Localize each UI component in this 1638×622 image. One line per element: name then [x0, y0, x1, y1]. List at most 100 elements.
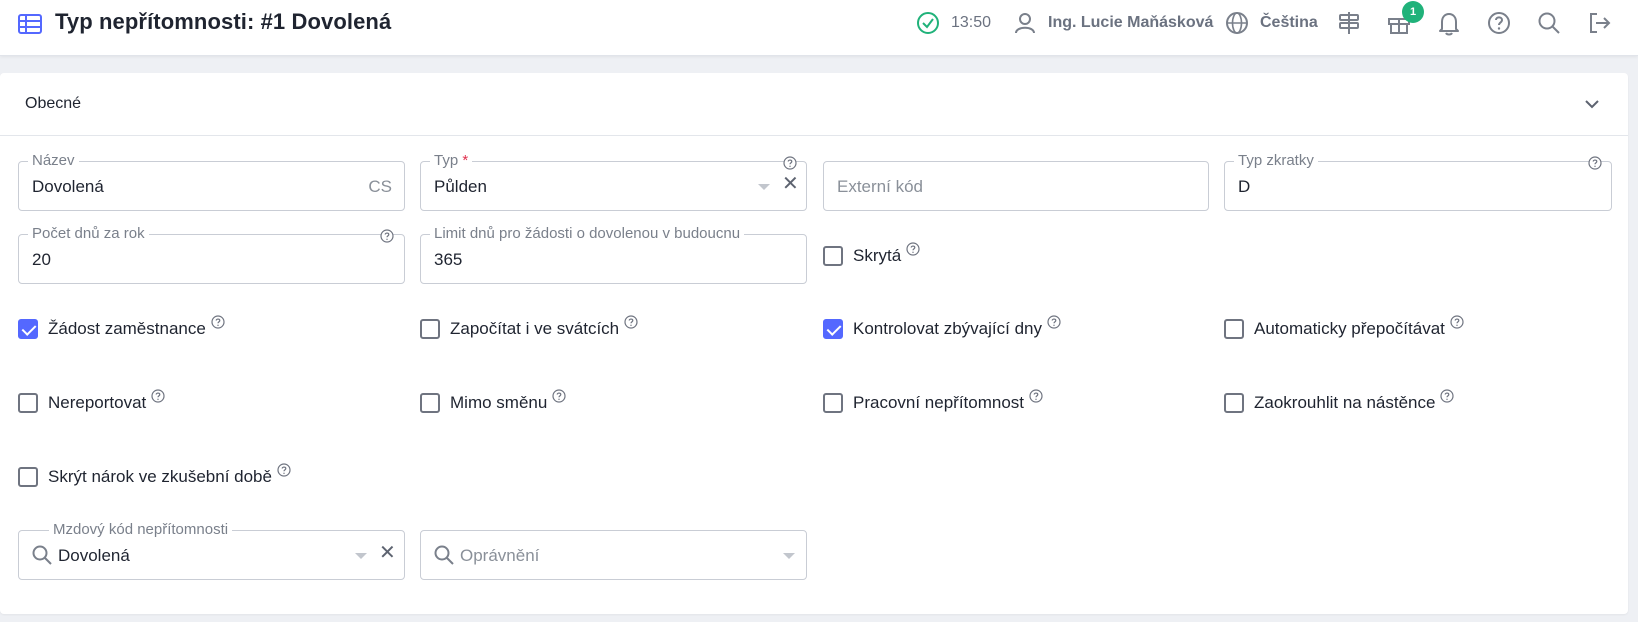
checkbox-label: Kontrolovat zbývající dny	[853, 319, 1042, 338]
top-bar: Typ nepřítomnosti: #1 Dovolená 13:50 Ing…	[0, 0, 1638, 56]
opravneni-select[interactable]: Oprávnění	[420, 530, 807, 580]
checkbox-box[interactable]	[1224, 393, 1244, 413]
checkbox-box[interactable]	[18, 393, 38, 413]
checkbox-zadost-zamestnance[interactable]: Žádost zaměstnance	[18, 315, 225, 341]
help-icon[interactable]	[277, 463, 291, 477]
checkbox-label: Žádost zaměstnance	[48, 319, 206, 338]
help-icon[interactable]	[783, 156, 797, 170]
checkbox-zapocitat-svatky[interactable]: Započítat i ve svátcích	[420, 315, 638, 341]
checkbox-box[interactable]	[823, 246, 843, 266]
externi-kod-field[interactable]: Externí kód	[823, 161, 1209, 211]
checkbox-box[interactable]	[823, 319, 843, 339]
logout-icon	[1590, 13, 1611, 33]
checkbox-label: Skrýt nárok ve zkušební době	[48, 467, 272, 486]
help-icon[interactable]	[1029, 389, 1043, 403]
caret-down-icon[interactable]	[783, 553, 795, 559]
check-circle-icon	[917, 12, 939, 34]
mzdovy-kod-label: Mzdový kód nepřítomnosti	[49, 521, 233, 539]
help-circle-icon	[1488, 12, 1510, 34]
limit-dnu-label: Limit dnů pro žádosti o dovolenou v budo…	[430, 225, 745, 243]
user-name: Ing. Lucie Maňásková	[1048, 14, 1214, 31]
checkbox-box[interactable]	[420, 319, 440, 339]
checkbox-box[interactable]	[823, 393, 843, 413]
nazev-field[interactable]: Název Dovolená CS	[18, 152, 405, 211]
help-button[interactable]	[1486, 8, 1512, 38]
help-icon[interactable]	[624, 315, 638, 329]
checkbox-box[interactable]	[1224, 319, 1244, 339]
checkbox-label: Skrytá	[853, 246, 902, 265]
pocet-dnu-value[interactable]: 20	[32, 250, 51, 270]
sync-status: 13:50	[915, 8, 991, 38]
help-icon[interactable]	[552, 389, 566, 403]
limit-dnu-value[interactable]: 365	[434, 250, 462, 270]
checkbox-kontrolovat-dny[interactable]: Kontrolovat zbývající dny	[823, 315, 1061, 341]
search-button[interactable]	[1536, 8, 1562, 38]
clear-icon[interactable]: ✕	[782, 174, 799, 194]
typ-zkratky-value[interactable]: D	[1238, 177, 1250, 197]
nazev-label: Název	[28, 152, 79, 170]
bell-icon	[1439, 13, 1459, 36]
section-header[interactable]: Obecné	[0, 73, 1628, 136]
section-title: Obecné	[25, 95, 82, 112]
checkbox-label: Automaticky přepočítávat	[1254, 319, 1445, 338]
user-menu[interactable]: Ing. Lucie Maňásková	[1012, 8, 1213, 38]
checkbox-box[interactable]	[420, 393, 440, 413]
search-icon	[434, 545, 454, 565]
checkbox-pracovni-nepritomnost[interactable]: Pracovní nepřítomnost	[823, 389, 1043, 415]
checkbox-mimo-smenu[interactable]: Mimo směnu	[420, 389, 566, 415]
checkbox-automaticky-prepocitavat[interactable]: Automaticky přepočítávat	[1224, 315, 1464, 341]
checkbox-nereportovat[interactable]: Nereportovat	[18, 389, 165, 415]
search-icon	[32, 545, 52, 565]
roadmap-button[interactable]	[1336, 8, 1362, 38]
typ-value: Půlden	[434, 177, 487, 196]
language-suffix: CS	[368, 177, 392, 196]
nazev-value[interactable]: Dovolená	[32, 177, 104, 197]
help-icon[interactable]	[1450, 315, 1464, 329]
search-icon	[1538, 12, 1560, 34]
checkbox-label: Započítat i ve svátcích	[450, 319, 620, 338]
clear-icon[interactable]: ✕	[379, 543, 396, 563]
help-icon[interactable]	[211, 315, 225, 329]
notification-badge: 1	[1402, 1, 1424, 23]
user-icon	[1015, 13, 1035, 34]
typ-zkratky-field[interactable]: Typ zkratky D	[1224, 152, 1612, 211]
mzdovy-kod-select[interactable]: Mzdový kód nepřítomnosti Dovolená ✕	[18, 521, 405, 580]
checkbox-label: Mimo směnu	[450, 393, 548, 412]
typ-zkratky-label: Typ zkratky	[1234, 152, 1318, 170]
externi-kod-input[interactable]: Externí kód	[837, 177, 923, 197]
checkbox-label: Zaokrouhlit na nástěnce	[1254, 393, 1436, 412]
signpost-icon	[1339, 12, 1359, 34]
general-card: Obecné Název Dovolená CS Typ * Půlden ✕ …	[0, 73, 1628, 614]
caret-down-icon[interactable]	[758, 184, 770, 190]
page-title: Typ nepřítomnosti: #1 Dovolená	[55, 9, 392, 34]
limit-dnu-field[interactable]: Limit dnů pro žádosti o dovolenou v budo…	[420, 225, 807, 284]
checkbox-box[interactable]	[18, 319, 38, 339]
table-icon	[18, 14, 42, 34]
checkbox-zaokrouhlit[interactable]: Zaokrouhlit na nástěnce	[1224, 389, 1455, 415]
logout-button[interactable]	[1586, 8, 1612, 38]
language-selector[interactable]: Čeština	[1224, 8, 1318, 38]
help-icon[interactable]	[151, 389, 165, 403]
pocet-dnu-field[interactable]: Počet dnů za rok 20	[18, 225, 405, 284]
language-label: Čeština	[1260, 14, 1318, 31]
opravneni-input[interactable]: Oprávnění	[460, 546, 539, 566]
pocet-dnu-label: Počet dnů za rok	[28, 225, 149, 243]
checkbox-skryta[interactable]: Skrytá	[823, 242, 920, 268]
typ-label: Typ *	[430, 152, 473, 170]
help-icon[interactable]	[1440, 389, 1455, 403]
notifications-button[interactable]	[1436, 8, 1462, 38]
help-icon[interactable]	[906, 242, 920, 256]
caret-down-icon[interactable]	[355, 553, 367, 559]
mzdovy-kod-value: Dovolená	[58, 546, 130, 565]
clock-time: 13:50	[951, 14, 992, 31]
help-icon[interactable]	[1588, 156, 1602, 170]
chevron-down-icon[interactable]	[1581, 93, 1603, 115]
globe-icon	[1226, 12, 1248, 34]
checkbox-skryt-narok[interactable]: Skrýt nárok ve zkušební době	[18, 463, 291, 489]
typ-select[interactable]: Typ * Půlden ✕	[420, 152, 807, 211]
checkbox-box[interactable]	[18, 467, 38, 487]
checkbox-label: Nereportovat	[48, 393, 147, 412]
help-icon[interactable]	[1047, 315, 1061, 329]
checkbox-label: Pracovní nepřítomnost	[853, 393, 1025, 412]
help-icon[interactable]	[380, 229, 394, 243]
